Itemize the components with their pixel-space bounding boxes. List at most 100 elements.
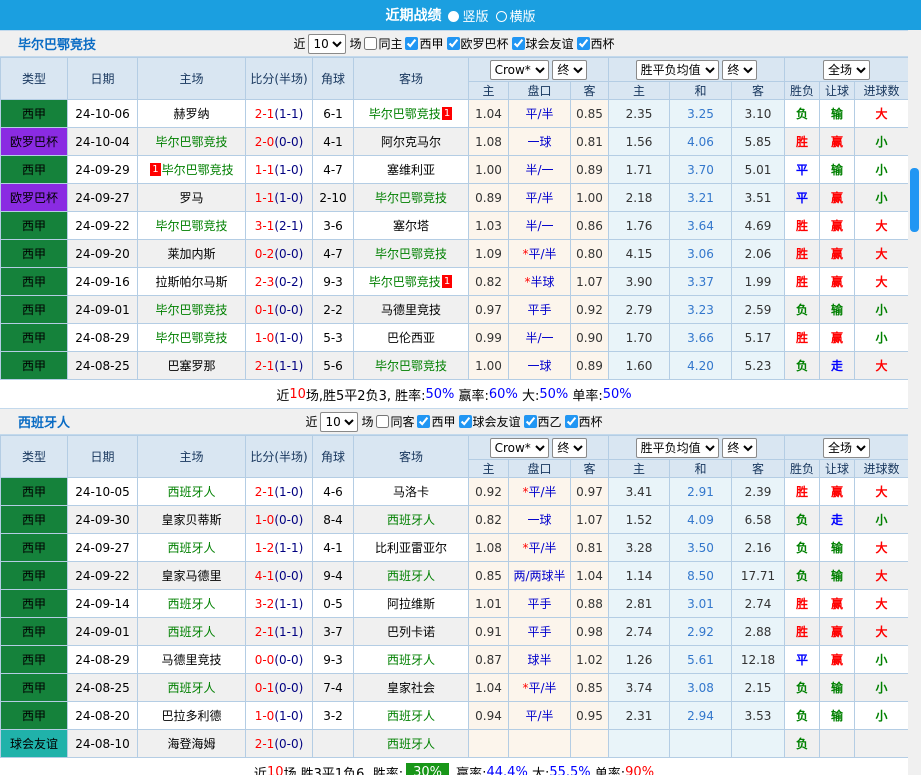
scope-select[interactable]: 全场 bbox=[823, 59, 871, 80]
avg-home-odds: 3.28 bbox=[608, 533, 670, 562]
league-filter[interactable]: 西甲 bbox=[405, 35, 444, 52]
avg-odds-select[interactable]: 胜平负均值 bbox=[635, 437, 719, 458]
league-type-badge: 欧罗巴杯 bbox=[0, 127, 68, 156]
radio-selected-icon[interactable] bbox=[448, 10, 460, 22]
radio-unselected-icon[interactable] bbox=[495, 10, 507, 22]
away-team-cell: 西班牙人 bbox=[353, 561, 469, 590]
league-filter[interactable]: 西乙 bbox=[523, 413, 562, 430]
home-team-cell: 巴拉多利德 bbox=[137, 701, 246, 730]
corner-count: 3-2 bbox=[312, 701, 354, 730]
league-filter[interactable]: 西杯 bbox=[576, 35, 615, 52]
summary-segment: 55.5% bbox=[549, 764, 591, 775]
layout-radio-horizontal[interactable]: 横版 bbox=[495, 6, 536, 25]
home-team-cell: 毕尔巴鄂竞技 bbox=[137, 323, 246, 352]
fulltime-score: 1-1 bbox=[254, 190, 275, 205]
away-team-name: 西班牙人 bbox=[386, 513, 435, 527]
handicap-cell: 半/一 bbox=[508, 211, 571, 240]
league-type-badge: 西甲 bbox=[0, 561, 68, 590]
handicap-cell: *平/半 bbox=[508, 239, 571, 268]
score-cell: 1-0(1-0) bbox=[245, 701, 313, 730]
avg-away-odds: 2.88 bbox=[731, 617, 785, 646]
away-team-cell: 西班牙人 bbox=[353, 505, 469, 534]
league-checkbox[interactable] bbox=[511, 37, 525, 50]
team-title: 毕尔巴鄂竞技 bbox=[18, 38, 97, 53]
near-count-select[interactable]: 10 bbox=[308, 33, 347, 54]
handicap-result: 走 bbox=[819, 505, 855, 534]
avg-draw-odds: 3.66 bbox=[669, 323, 732, 352]
odds-company-select[interactable]: Crow* bbox=[489, 437, 549, 458]
team-title: 西班牙人 bbox=[18, 416, 71, 431]
corner-count: 0-5 bbox=[312, 589, 354, 618]
handicap-cell: 半/一 bbox=[508, 323, 571, 352]
league-filter[interactable]: 欧罗巴杯 bbox=[446, 35, 509, 52]
home-odds: 0.82 bbox=[468, 267, 509, 296]
away-team-cell: 毕尔巴鄂竞技 1 bbox=[353, 267, 469, 296]
fulltime-score: 2-1 bbox=[254, 484, 275, 499]
avg-draw-odds: 4.06 bbox=[669, 127, 732, 156]
goals-result bbox=[853, 729, 910, 758]
results-table: 类型 日期 主场 比分(半场) 角球 客场 Crow* 终胜平负均值 终全场主盘口客主和客胜… bbox=[0, 435, 910, 758]
result-value: 负 bbox=[795, 513, 808, 527]
scrollbar-thumb[interactable] bbox=[910, 168, 919, 232]
near-count-select[interactable]: 10 bbox=[320, 411, 359, 432]
avg-draw-odds: 8.50 bbox=[669, 561, 732, 590]
handicap-cell: 平手 bbox=[508, 295, 571, 324]
league-checkbox[interactable] bbox=[523, 415, 537, 428]
result-value: 胜 bbox=[795, 625, 808, 639]
fulltime-score: 0-1 bbox=[254, 680, 275, 695]
result-value: 负 bbox=[795, 737, 808, 751]
odds-time-select[interactable]: 终 bbox=[552, 437, 588, 458]
handicap-value: 球半 bbox=[527, 653, 552, 667]
avg-odds-select[interactable]: 胜平负均值 bbox=[635, 59, 719, 80]
away-team-cell: 毕尔巴鄂竞技 bbox=[353, 239, 469, 268]
league-filter[interactable]: 球会友谊 bbox=[458, 413, 521, 430]
goals-result: 大 bbox=[853, 211, 910, 240]
match-date: 24-10-04 bbox=[67, 127, 138, 156]
layout-radio-vertical[interactable]: 竖版 bbox=[448, 6, 489, 25]
same-side-checkbox[interactable] bbox=[364, 37, 378, 50]
league-label: 西乙 bbox=[537, 415, 562, 429]
league-filter[interactable]: 西甲 bbox=[417, 413, 456, 430]
scope-select[interactable]: 全场 bbox=[823, 437, 871, 458]
odds-company-select[interactable]: Crow* bbox=[489, 59, 549, 80]
match-row: 西甲 24-09-22 皇家马德里 4-1(0-0) 9-4 西班牙人 0.85 两/两球半 1… bbox=[0, 561, 910, 590]
league-checkbox[interactable] bbox=[405, 37, 419, 50]
avg-away-odds: 3.51 bbox=[731, 183, 785, 212]
winlose-result: 负 bbox=[784, 351, 820, 380]
away-team-cell: 巴列卡诺 bbox=[353, 617, 469, 646]
avg-away-odds: 2.59 bbox=[731, 295, 785, 324]
handicap-value: 半/一 bbox=[525, 163, 554, 177]
same-side-filter[interactable]: 同主 bbox=[364, 35, 402, 52]
scrollbar-track[interactable] bbox=[908, 30, 921, 775]
league-checkbox[interactable] bbox=[564, 415, 578, 428]
match-row: 西甲 24-09-27 西班牙人 1-2(1-1) 4-1 比利亚雷亚尔 1.08 *平/半 0… bbox=[0, 533, 910, 562]
avg-time-select[interactable]: 终 bbox=[722, 437, 758, 458]
away-team-cell: 毕尔巴鄂竞技 bbox=[353, 351, 469, 380]
fulltime-score: 3-2 bbox=[254, 596, 275, 611]
result-value: 平 bbox=[795, 163, 808, 177]
halftime-score: (1-1) bbox=[274, 106, 304, 121]
result-value: 负 bbox=[795, 681, 808, 695]
odds-time-select[interactable]: 终 bbox=[552, 59, 588, 80]
table-body: 西甲 24-10-05 西班牙人 2-1(1-0) 4-6 马洛卡 0.92 *平/半 0.97… bbox=[0, 477, 910, 758]
handicap-cell: 一球 bbox=[508, 505, 571, 534]
away-odds: 0.95 bbox=[570, 701, 609, 730]
halftime-score: (0-0) bbox=[274, 134, 304, 149]
home-team-cell: 赫罗纳 bbox=[137, 99, 246, 128]
league-checkbox[interactable] bbox=[417, 415, 431, 428]
league-filter[interactable]: 球会友谊 bbox=[511, 35, 574, 52]
league-checkbox[interactable] bbox=[576, 37, 590, 50]
avg-home-odds: 1.70 bbox=[608, 323, 670, 352]
avg-time-select[interactable]: 终 bbox=[722, 59, 758, 80]
league-checkbox[interactable] bbox=[458, 415, 472, 428]
league-checkbox[interactable] bbox=[446, 37, 460, 50]
same-side-checkbox[interactable] bbox=[376, 415, 390, 428]
halftime-score: (0-0) bbox=[274, 302, 304, 317]
league-filter[interactable]: 西杯 bbox=[564, 413, 603, 430]
summary-segment: 近 bbox=[253, 766, 267, 775]
result-value: 负 bbox=[795, 709, 808, 723]
league-type-badge: 西甲 bbox=[0, 323, 68, 352]
league-type-badge: 西甲 bbox=[0, 673, 68, 702]
same-side-filter[interactable]: 同客 bbox=[376, 413, 414, 430]
handicap-value: 平/半 bbox=[528, 541, 557, 555]
